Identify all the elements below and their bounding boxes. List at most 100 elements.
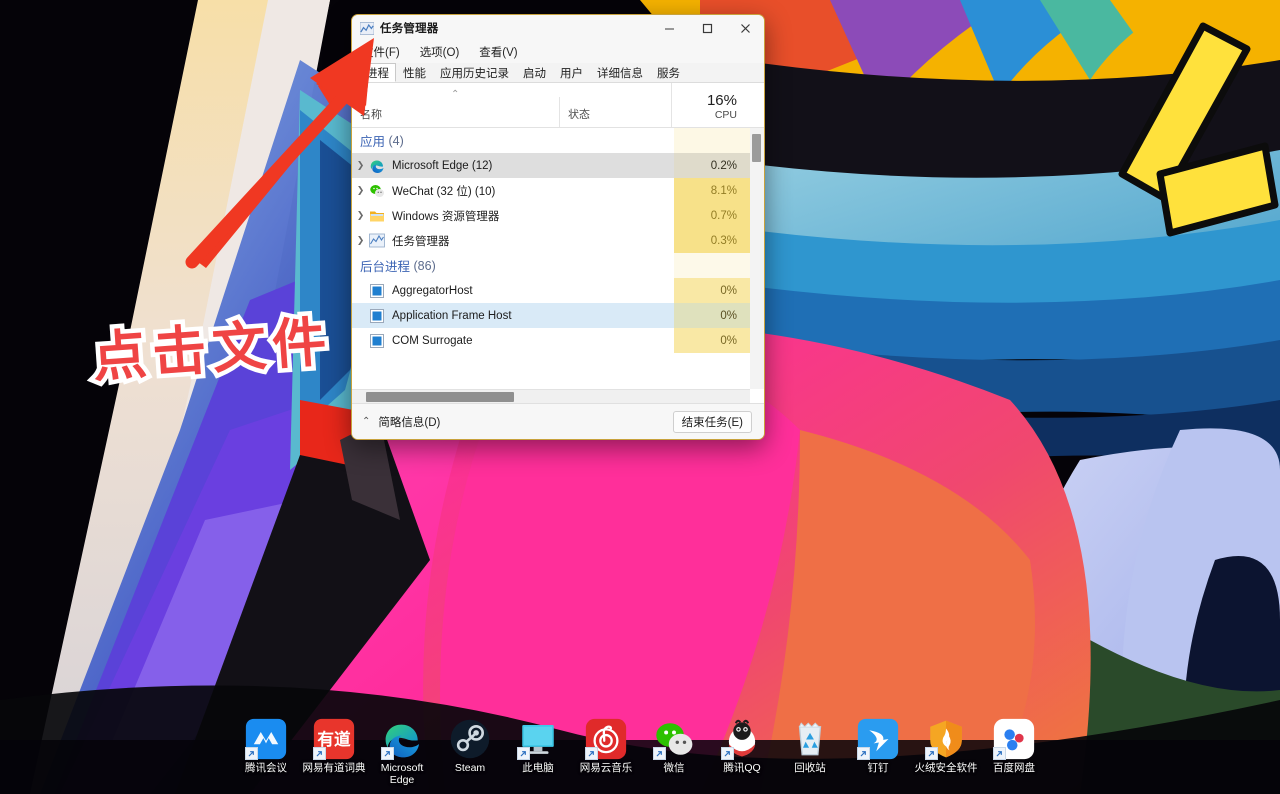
window-controls[interactable] xyxy=(650,15,764,41)
menu-bar[interactable]: 文件(F) 选项(O) 查看(V) xyxy=(352,41,764,63)
process-row[interactable]: ❯任务管理器0.3% xyxy=(352,228,750,253)
dingtalk-icon[interactable] xyxy=(857,718,899,760)
this-pc-icon[interactable] xyxy=(517,718,559,760)
netease-music-icon[interactable] xyxy=(585,718,627,760)
maximize-button[interactable] xyxy=(688,15,726,41)
expand-chevron-icon[interactable]: ❯ xyxy=(352,160,369,171)
tab-processes[interactable]: 进程 xyxy=(359,63,396,82)
process-rows[interactable]: 应用 (4)❯Microsoft Edge (12)0.2%❯WeChat (3… xyxy=(352,128,750,389)
desktop-icon-label: Steam xyxy=(455,762,485,774)
desktop-icon-row[interactable]: 腾讯会议 有道网易有道词典Microsoft Edge Steam 此电脑网易云音乐微… xyxy=(0,714,1280,794)
shortcut-overlay-icon xyxy=(313,747,326,760)
process-row[interactable]: ❯WeChat (32 位) (10)8.1% xyxy=(352,178,750,203)
task-manager-icon xyxy=(369,233,385,249)
horizontal-scrollbar[interactable] xyxy=(352,389,750,403)
huorong-security-icon[interactable] xyxy=(925,718,967,760)
wechat-icon[interactable] xyxy=(653,718,695,760)
desktop-icon-label: 网易有道词典 xyxy=(303,762,366,774)
task-manager-window[interactable]: 任务管理器 文件(F) 选项(O) 查看(V) 进程 性能 应 xyxy=(351,14,765,440)
cpu-heat-tint xyxy=(674,253,750,278)
vertical-scrollbar[interactable] xyxy=(750,128,764,389)
column-header-name[interactable]: ⌃ 名称 xyxy=(352,83,559,127)
process-name-cell: 任务管理器 xyxy=(369,233,559,249)
process-group-row[interactable]: 应用 (4) xyxy=(352,128,750,153)
baidu-netdisk-icon[interactable] xyxy=(993,718,1035,760)
wechat-icon xyxy=(369,183,385,199)
process-name-cell: Microsoft Edge (12) xyxy=(369,158,559,174)
process-row[interactable]: COM Surrogate0% xyxy=(352,328,750,353)
menu-options[interactable]: 选项(O) xyxy=(417,43,463,61)
edge-icon[interactable] xyxy=(381,718,423,760)
horizontal-scrollbar-thumb[interactable] xyxy=(366,392,514,402)
process-name-label: COM Surrogate xyxy=(392,335,473,347)
generic-app-icon xyxy=(369,333,385,349)
process-group-row[interactable]: 后台进程 (86) xyxy=(352,253,750,278)
process-row[interactable]: AggregatorHost0% xyxy=(352,278,750,303)
fewer-details-label: 简略信息(D) xyxy=(378,414,440,430)
column-header-status[interactable]: 状态 xyxy=(559,97,671,127)
generic-app-icon xyxy=(369,283,385,299)
steam-icon[interactable] xyxy=(449,718,491,760)
vertical-scrollbar-thumb[interactable] xyxy=(752,134,761,162)
desktop-icon-label: 钉钉 xyxy=(868,762,889,774)
desktop-icon-dingtalk[interactable]: 钉钉 xyxy=(844,718,912,774)
edge-icon xyxy=(369,158,385,174)
qq-icon[interactable] xyxy=(721,718,763,760)
expand-chevron-icon[interactable]: ❯ xyxy=(352,235,369,246)
desktop-icon-this-pc[interactable]: 此电脑 xyxy=(504,718,572,774)
process-row[interactable]: Application Frame Host 0% xyxy=(352,303,750,328)
process-cpu-cell: 0.2% xyxy=(671,160,747,172)
window-status-bar[interactable]: ⌃ 简略信息(D) 结束任务(E) xyxy=(352,403,764,439)
cpu-total-percent: 16% xyxy=(707,92,737,109)
desktop-icon-huorong-security[interactable]: 火绒安全软件 xyxy=(912,718,980,774)
shortcut-overlay-icon xyxy=(381,747,394,760)
desktop-icon-baidu-netdisk[interactable]: 百度网盘 xyxy=(980,718,1048,774)
minimize-button[interactable] xyxy=(650,15,688,41)
desktop-icon-youdao-dict[interactable]: 有道网易有道词典 xyxy=(300,718,368,774)
desktop-icon-label: 百度网盘 xyxy=(993,762,1035,774)
fewer-details-button[interactable]: ⌃ 简略信息(D) xyxy=(362,414,440,430)
process-name-label: Application Frame Host xyxy=(392,310,512,322)
desktop-icon-edge[interactable]: Microsoft Edge xyxy=(368,718,436,786)
expand-chevron-icon[interactable]: ❯ xyxy=(352,185,369,196)
process-list[interactable]: 应用 (4)❯Microsoft Edge (12)0.2%❯WeChat (3… xyxy=(352,128,764,403)
process-row[interactable]: ❯Windows 资源管理器0.7% xyxy=(352,203,750,228)
youdao-dict-icon[interactable]: 有道 xyxy=(313,718,355,760)
desktop-icon-wechat[interactable]: 微信 xyxy=(640,718,708,774)
process-name-cell: 应用 (4) xyxy=(352,131,559,150)
column-header-name-label: 名称 xyxy=(360,106,559,122)
desktop-icon-qq[interactable]: 腾讯QQ xyxy=(708,718,776,774)
sort-ascending-icon: ⌃ xyxy=(451,90,459,100)
recycle-bin-icon[interactable] xyxy=(789,718,831,760)
tab-details[interactable]: 详细信息 xyxy=(590,63,650,82)
process-row[interactable]: ❯Microsoft Edge (12) 0.2% xyxy=(352,153,750,178)
column-header-cpu[interactable]: 16% CPU xyxy=(671,83,747,127)
shortcut-overlay-icon xyxy=(245,747,258,760)
desktop-icon-tencent-meeting[interactable]: 腾讯会议 xyxy=(232,718,300,774)
expand-chevron-icon[interactable]: ❯ xyxy=(352,210,369,221)
desktop-icon-label: Microsoft Edge xyxy=(368,762,436,786)
column-headers[interactable]: ⌃ 名称 状态 16% CPU xyxy=(352,83,764,128)
end-task-button[interactable]: 结束任务(E) xyxy=(673,411,752,433)
tab-services[interactable]: 服务 xyxy=(650,63,687,82)
tab-performance[interactable]: 性能 xyxy=(396,63,433,82)
close-button[interactable] xyxy=(726,15,764,41)
group-label: 后台进程 xyxy=(360,256,410,275)
tab-users[interactable]: 用户 xyxy=(553,63,590,82)
menu-view[interactable]: 查看(V) xyxy=(476,43,520,61)
process-cpu-cell: 0% xyxy=(671,310,747,322)
process-name-label: Windows 资源管理器 xyxy=(392,208,499,224)
tencent-meeting-icon[interactable] xyxy=(245,718,287,760)
tab-app-history[interactable]: 应用历史记录 xyxy=(433,63,516,82)
tab-startup[interactable]: 启动 xyxy=(516,63,553,82)
desktop-icon-label: 腾讯会议 xyxy=(245,762,287,774)
shortcut-overlay-icon xyxy=(857,747,870,760)
desktop-icon-recycle-bin[interactable]: 回收站 xyxy=(776,718,844,774)
window-titlebar[interactable]: 任务管理器 xyxy=(352,15,764,41)
desktop-icon-steam[interactable]: Steam xyxy=(436,718,504,774)
process-name-label: AggregatorHost xyxy=(392,285,473,297)
tab-strip[interactable]: 进程 性能 应用历史记录 启动 用户 详细信息 服务 xyxy=(352,63,764,83)
desktop-icon-netease-music[interactable]: 网易云音乐 xyxy=(572,718,640,774)
group-count: (86) xyxy=(414,259,436,273)
menu-file[interactable]: 文件(F) xyxy=(359,43,403,61)
